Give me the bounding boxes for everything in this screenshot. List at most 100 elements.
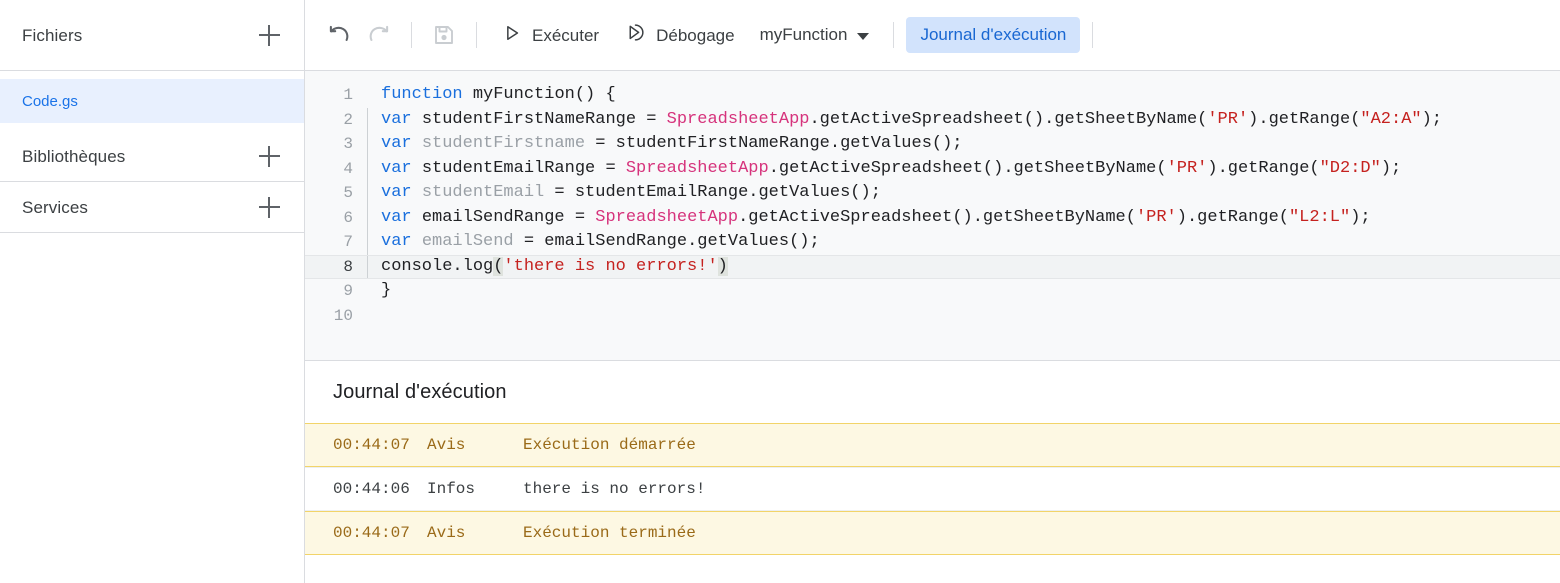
code-token: 'PR' bbox=[1207, 109, 1249, 129]
code-token: studentEmailRange = bbox=[421, 158, 626, 178]
code-token: } bbox=[381, 281, 392, 300]
code-token: studentFirstname bbox=[421, 134, 586, 153]
code-token: ) bbox=[717, 256, 728, 276]
undo-button[interactable] bbox=[319, 15, 359, 55]
code-token: "A2:A" bbox=[1360, 109, 1422, 129]
redo-button[interactable] bbox=[359, 15, 399, 55]
add-service-button[interactable] bbox=[252, 190, 286, 224]
code-token: ); bbox=[1421, 109, 1443, 129]
code-token: = emailSendRange.getValues(); bbox=[513, 232, 820, 251]
code-token: emailSendRange = bbox=[421, 207, 596, 227]
line-number: 6 bbox=[343, 208, 353, 227]
save-button[interactable] bbox=[424, 15, 464, 55]
line-number: 5 bbox=[343, 184, 353, 202]
log-row: 00:44:07 Avis Exécution démarrée bbox=[305, 423, 1560, 467]
code-line[interactable]: 9} bbox=[305, 279, 1560, 304]
execution-log-panel: Journal d'exécution 00:44:07 Avis Exécutio… bbox=[305, 361, 1560, 583]
code-token: var bbox=[381, 134, 422, 153]
log-timestamp: 00:44:07 bbox=[333, 436, 410, 454]
execution-log-title: Journal d'exécution bbox=[333, 380, 507, 403]
code-line[interactable]: 7 var emailSend = emailSendRange.getValue… bbox=[305, 230, 1560, 255]
line-number: 9 bbox=[343, 282, 353, 300]
code-token: 'PR' bbox=[1135, 207, 1177, 227]
log-message: Exécution démarrée bbox=[523, 436, 696, 454]
line-number: 1 bbox=[343, 86, 353, 104]
play-icon bbox=[502, 23, 522, 48]
log-timestamp: 00:44:07 bbox=[333, 524, 410, 542]
code-line-text: var emailSend = emailSendRange.getValues… bbox=[368, 230, 1560, 255]
execution-log-tab[interactable]: Journal d'exécution bbox=[906, 17, 1081, 53]
log-level: Avis bbox=[427, 524, 466, 542]
code-line-text: var studentFirstNameRange = SpreadsheetA… bbox=[368, 108, 1560, 133]
code-line[interactable]: 10 bbox=[305, 304, 1560, 329]
code-line[interactable]: 6 var emailSendRange = SpreadsheetApp.get… bbox=[305, 205, 1560, 231]
code-line[interactable]: 5 var studentEmail = studentEmailRange.ge… bbox=[305, 181, 1560, 206]
line-number: 2 bbox=[343, 110, 353, 129]
line-number: 8 bbox=[343, 257, 353, 276]
code-token: ); bbox=[1380, 158, 1402, 178]
file-item-code-gs[interactable]: Code.gs bbox=[0, 79, 304, 123]
code-line[interactable]: 8 console.log('there is no errors!') bbox=[305, 254, 1560, 280]
execution-log-rows: 00:44:07 Avis Exécution démarrée 00:44:06 In… bbox=[305, 423, 1560, 583]
file-list: Code.gs bbox=[0, 71, 304, 131]
log-message: there is no errors! bbox=[523, 480, 706, 498]
log-timestamp: 00:44:06 bbox=[333, 480, 410, 498]
code-token: myFunction() { bbox=[472, 85, 616, 104]
sidebar-section-title-services: Services bbox=[22, 197, 88, 217]
toolbar-divider-1 bbox=[411, 22, 412, 48]
function-selector[interactable]: myFunction bbox=[748, 15, 882, 55]
code-token: 'PR' bbox=[1166, 158, 1208, 178]
debug-icon bbox=[625, 22, 646, 48]
code-line[interactable]: 1 function myFunction() { bbox=[305, 83, 1560, 108]
execution-log-tab-label: Journal d'exécution bbox=[920, 25, 1067, 44]
log-message: Exécution terminée bbox=[523, 524, 696, 542]
code-editor[interactable]: 1 function myFunction() { 2 var studentFirs… bbox=[305, 71, 1560, 361]
code-line-text: var emailSendRange = SpreadsheetApp.getA… bbox=[368, 206, 1560, 231]
sidebar-empty-area bbox=[0, 233, 304, 583]
toolbar-divider-2 bbox=[476, 22, 477, 48]
function-selector-value: myFunction bbox=[759, 25, 848, 44]
code-line[interactable]: 2 var studentFirstNameRange = Spreadsheet… bbox=[305, 107, 1560, 133]
debug-button[interactable]: Débogage bbox=[612, 15, 747, 55]
apps-script-editor-window: Fichiers Code.gs Bibliothèques Services bbox=[0, 0, 1560, 583]
run-button[interactable]: Exécuter bbox=[489, 15, 612, 55]
debug-button-label: Débogage bbox=[656, 25, 735, 45]
code-token: var bbox=[381, 158, 422, 178]
line-number: 10 bbox=[333, 306, 353, 325]
log-level: Infos bbox=[427, 480, 476, 498]
code-line-text: console.log('there is no errors!') bbox=[368, 255, 1560, 280]
toolbar-divider-3 bbox=[893, 22, 895, 48]
add-file-button[interactable] bbox=[252, 18, 286, 52]
code-token: function bbox=[381, 85, 473, 104]
log-row: 00:44:06 Infos there is no errors! bbox=[305, 467, 1560, 511]
code-token: SpreadsheetApp bbox=[595, 207, 739, 227]
sidebar-section-fichiers: Fichiers bbox=[0, 0, 304, 71]
code-token: ( bbox=[493, 256, 504, 276]
code-token: studentFirstNameRange = bbox=[421, 109, 667, 129]
code-token: var bbox=[381, 109, 422, 129]
code-token: var bbox=[381, 207, 422, 227]
code-token: var bbox=[381, 232, 422, 251]
sidebar-section-title-fichiers: Fichiers bbox=[22, 25, 83, 45]
main-panel: Exécuter Débogage myFunction Journal d'e… bbox=[305, 0, 1560, 583]
code-token: ); bbox=[1350, 207, 1371, 227]
code-line[interactable]: 4 var studentEmailRange = SpreadsheetApp.… bbox=[305, 156, 1560, 182]
line-number: 7 bbox=[343, 233, 353, 251]
code-token: ).getRange( bbox=[1207, 158, 1320, 178]
code-token: = studentEmailRange.getValues(); bbox=[544, 183, 881, 202]
code-token: "L2:L" bbox=[1288, 207, 1351, 227]
code-token: .getActiveSpreadsheet().getSheetByName( bbox=[809, 109, 1208, 129]
code-token: .getActiveSpreadsheet().getSheetByName( bbox=[738, 207, 1136, 227]
code-line-text: var studentEmail = studentEmailRange.get… bbox=[368, 181, 1560, 206]
code-token: SpreadsheetApp bbox=[625, 158, 769, 178]
add-library-button[interactable] bbox=[252, 139, 286, 173]
code-line-text: var studentEmailRange = SpreadsheetApp.g… bbox=[368, 157, 1560, 182]
sidebar-section-services: Services bbox=[0, 182, 304, 233]
code-line-text: } bbox=[367, 279, 1560, 304]
code-line[interactable]: 3 var studentFirstname = studentFirstName… bbox=[305, 132, 1560, 157]
code-token: ).getRange( bbox=[1248, 109, 1361, 129]
sidebar: Fichiers Code.gs Bibliothèques Services bbox=[0, 0, 305, 583]
line-number: 3 bbox=[343, 135, 353, 153]
code-token: = studentFirstNameRange.getValues(); bbox=[585, 134, 963, 153]
save-icon bbox=[432, 23, 456, 47]
